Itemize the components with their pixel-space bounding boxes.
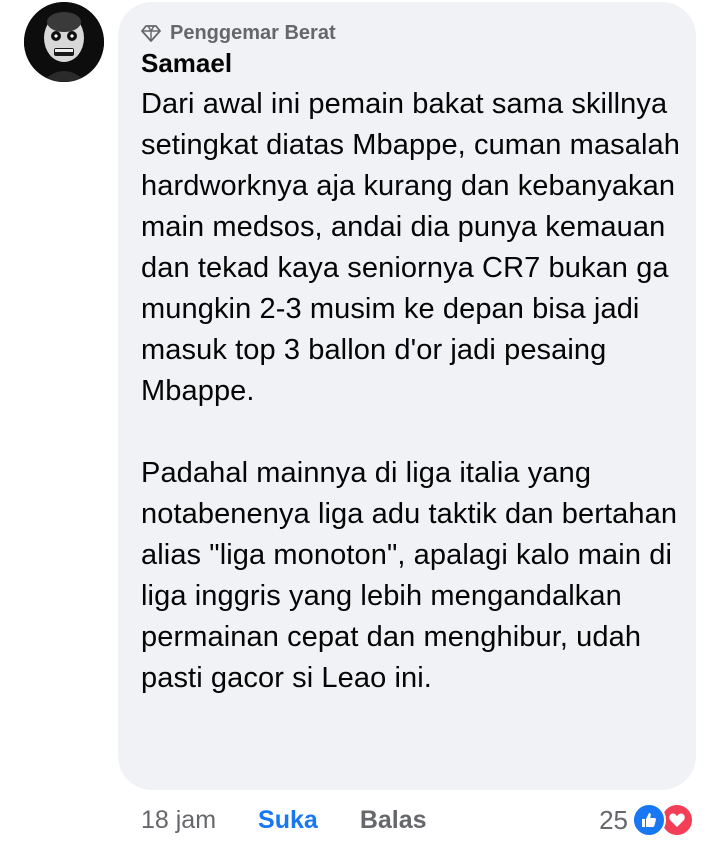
reply-button[interactable]: Balas [360,806,427,835]
comment-timestamp[interactable]: 18 jam [141,806,216,835]
like-icon [632,803,666,837]
fan-badge: Penggemar Berat [140,20,336,46]
avatar[interactable] [24,2,104,82]
avatar-image [24,2,104,82]
reaction-count: 25 [599,804,628,835]
author-name[interactable]: Samael [141,46,232,80]
comment-actions: 18 jam Suka Balas [141,800,427,840]
diamond-icon [140,22,162,44]
reactions-summary[interactable]: 25 [599,800,694,840]
comment: Penggemar Berat Samael Dari awal ini pem… [0,0,720,854]
like-button[interactable]: Suka [258,806,318,835]
badge-label: Penggemar Berat [170,21,336,44]
comment-text: Dari awal ini pemain bakat sama skillnya… [141,88,680,694]
